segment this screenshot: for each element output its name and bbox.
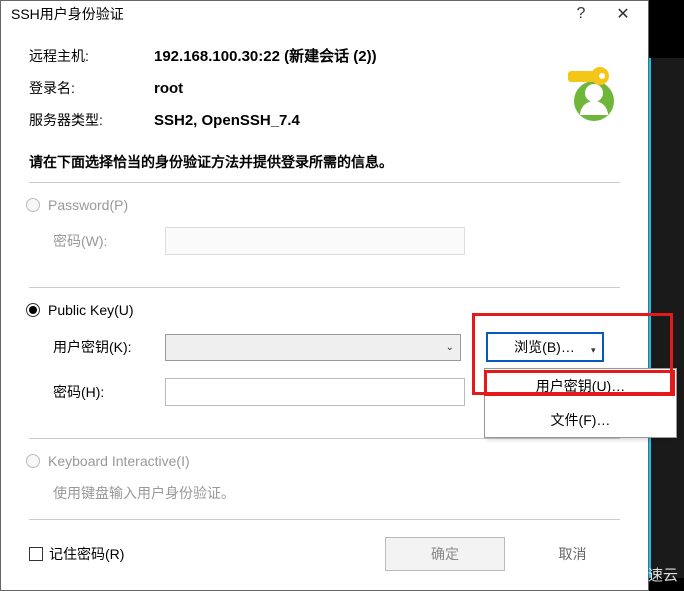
login-name-value: root <box>154 80 620 97</box>
close-button[interactable]: ✕ <box>602 2 644 26</box>
radio-icon <box>26 303 40 317</box>
publickey-radio[interactable]: Public Key(U) <box>26 302 620 318</box>
keyboard-radio[interactable]: Keyboard Interactive(I) <box>26 453 620 469</box>
server-type-value: SSH2, OpenSSH_7.4 <box>154 112 620 129</box>
radio-icon <box>26 198 40 212</box>
dialog-title: SSH用户身份验证 <box>11 4 124 24</box>
help-icon: ? <box>577 5 586 23</box>
titlebar: SSH用户身份验证 ? ✕ <box>1 1 648 27</box>
password-radio-label: Password(P) <box>48 197 128 213</box>
connection-info: 远程主机: 192.168.100.30:22 (新建会话 (2)) 登录名: … <box>29 45 620 130</box>
cloud-icon <box>602 566 628 584</box>
chevron-down-icon: ⌄ <box>446 342 454 353</box>
caret-down-icon: ▾ <box>591 345 596 356</box>
keyboard-hint: 使用键盘输入用户身份验证。 <box>53 483 620 503</box>
remember-password-label: 记住密码(R) <box>49 544 124 564</box>
dialog-footer: 记住密码(R) 确定 取消 <box>1 524 648 584</box>
help-button[interactable]: ? <box>560 2 602 26</box>
passphrase-label: 密码(H): <box>53 382 161 402</box>
menu-user-key[interactable]: 用户密钥(U)… <box>485 369 676 403</box>
password-input <box>165 227 465 255</box>
watermark: 亿速云 <box>602 564 678 585</box>
publickey-radio-label: Public Key(U) <box>48 302 134 318</box>
user-key-combo[interactable]: ⌄ <box>165 334 461 361</box>
remember-password-checkbox[interactable]: 记住密码(R) <box>29 544 124 564</box>
ok-button[interactable]: 确定 <box>385 537 505 571</box>
passphrase-input[interactable] <box>165 378 465 406</box>
remote-host-label: 远程主机: <box>29 46 154 66</box>
remote-host-value: 192.168.100.30:22 (新建会话 (2)) <box>154 45 620 66</box>
password-field-label: 密码(W): <box>53 231 161 251</box>
ssh-auth-dialog: SSH用户身份验证 ? ✕ 远程主机: 192.168.100.30:22 (新… <box>0 0 649 591</box>
watermark-text: 亿速云 <box>633 564 678 585</box>
radio-icon <box>26 454 40 468</box>
password-auth-group: Password(P) 密码(W): <box>29 182 620 288</box>
instruction-text: 请在下面选择恰当的身份验证方法并提供登录所需的信息。 <box>29 152 620 172</box>
menu-file[interactable]: 文件(F)… <box>485 403 676 437</box>
close-icon: ✕ <box>616 4 629 24</box>
keyboard-interactive-group: Keyboard Interactive(I) 使用键盘输入用户身份验证。 <box>29 438 620 520</box>
server-type-label: 服务器类型: <box>29 110 154 130</box>
app-side-strip <box>649 58 684 578</box>
login-name-label: 登录名: <box>29 78 154 98</box>
browse-button-label: 浏览(B)… <box>514 337 575 357</box>
keyboard-radio-label: Keyboard Interactive(I) <box>48 453 190 469</box>
key-user-icon <box>556 57 628 127</box>
browse-button[interactable]: 浏览(B)… ▾ <box>486 332 604 362</box>
checkbox-icon <box>29 547 43 561</box>
password-radio[interactable]: Password(P) <box>26 197 620 213</box>
browse-popup-menu: 用户密钥(U)… 文件(F)… <box>484 368 677 438</box>
user-key-label: 用户密钥(K): <box>53 337 161 357</box>
